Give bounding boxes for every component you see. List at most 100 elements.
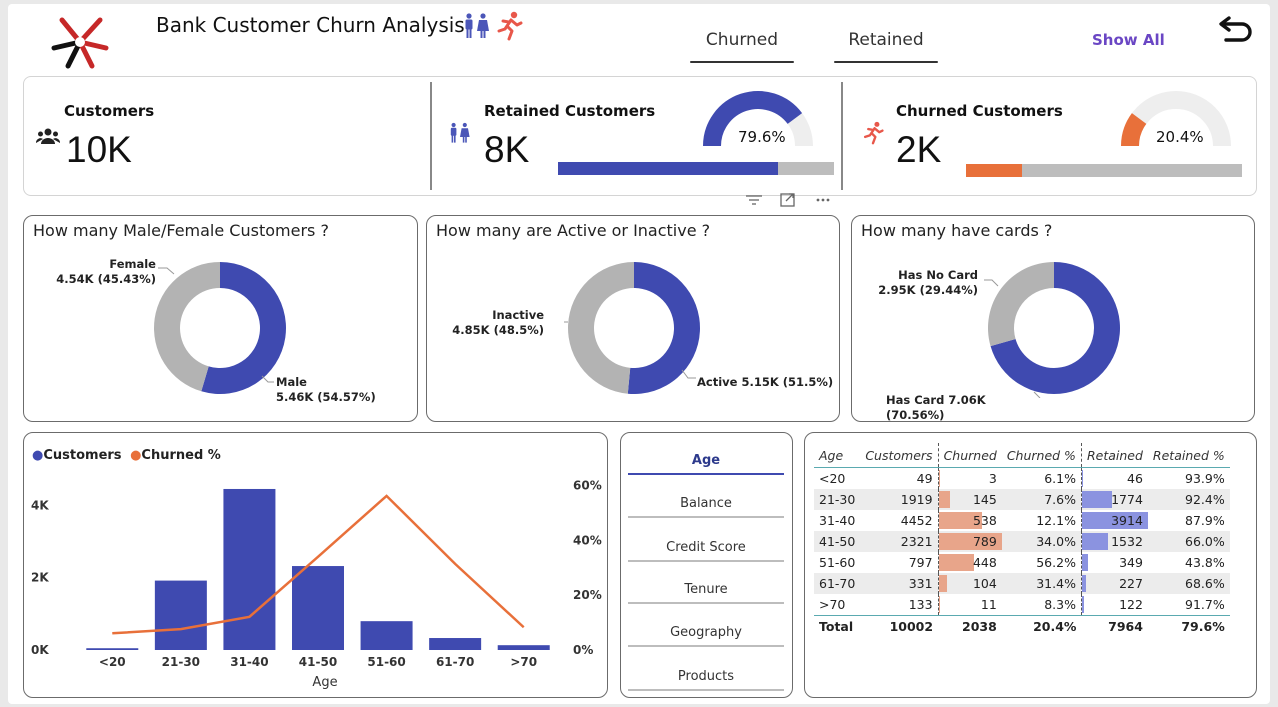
table-cell: 1774 bbox=[1111, 492, 1143, 507]
table-header-cell[interactable]: Retained bbox=[1080, 443, 1148, 468]
inactive-label: Inactive 4.85K (48.5%) bbox=[452, 308, 544, 337]
y-left-tick: 4K bbox=[31, 498, 49, 512]
back-arrow-icon[interactable] bbox=[1216, 16, 1254, 46]
slicer-underline bbox=[628, 689, 784, 691]
table-cell: 3914 bbox=[1111, 513, 1143, 528]
y-left-tick: 0K bbox=[31, 643, 49, 657]
page-title: Bank Customer Churn Analysis bbox=[156, 13, 465, 37]
visual-header-icons bbox=[746, 193, 830, 207]
customers-bar[interactable] bbox=[154, 580, 207, 650]
retained-kpi-value: 8K bbox=[484, 129, 530, 170]
slicer-underline bbox=[628, 473, 784, 475]
table-cell: 145 bbox=[972, 492, 997, 507]
x-tick-label: >70 bbox=[510, 655, 537, 669]
slicer-item-age[interactable]: Age bbox=[628, 453, 784, 468]
churned-data-bar bbox=[938, 596, 940, 613]
gender-donut-leaders bbox=[158, 267, 274, 383]
table-row[interactable]: >70 133 11 8.3% 122 91.7% bbox=[814, 594, 1230, 616]
table-cell: 31-40 bbox=[819, 513, 856, 528]
table-cell: 66.0% bbox=[1185, 534, 1225, 549]
more-options-icon[interactable] bbox=[816, 198, 830, 202]
age-table: Age Customers Churned Churned % Retained Reta… bbox=[814, 443, 1230, 637]
table-cell: 49 bbox=[916, 471, 933, 486]
table-cell: 122 bbox=[1119, 597, 1143, 612]
table-cell: 349 bbox=[1119, 555, 1143, 570]
male-label: Male 5.46K (54.57%) bbox=[276, 375, 376, 404]
churned-runner-icon bbox=[863, 121, 884, 145]
filter-icon[interactable] bbox=[746, 195, 762, 205]
dimension-slicer bbox=[620, 432, 793, 698]
table-cell: 34.0% bbox=[1036, 534, 1076, 549]
slicer-item-geography[interactable]: Geography bbox=[628, 625, 784, 640]
retained-data-bar bbox=[1081, 554, 1088, 571]
table-cell: 91.7% bbox=[1185, 597, 1225, 612]
table-cell: 4452 bbox=[900, 513, 933, 528]
tab-retained[interactable]: Retained bbox=[832, 30, 940, 50]
slicer-underline bbox=[628, 516, 784, 518]
table-cell: >70 bbox=[819, 597, 846, 612]
table-cell: 448 bbox=[972, 555, 997, 570]
customers-bar[interactable] bbox=[223, 488, 276, 650]
retained-data-bar bbox=[1081, 596, 1084, 613]
customers-kpi-label: Customers bbox=[64, 102, 155, 120]
table-header-cell[interactable]: Customers bbox=[860, 443, 939, 468]
retained-data-bar bbox=[1081, 491, 1112, 508]
table-cell: 227 bbox=[1119, 576, 1143, 591]
table-cell: 87.9% bbox=[1185, 513, 1225, 528]
table-total-cell: 7964 bbox=[1081, 615, 1148, 637]
table-cell: 6.1% bbox=[1044, 471, 1076, 486]
slicer-item-balance[interactable]: Balance bbox=[628, 496, 784, 511]
show-all-button[interactable]: Show All bbox=[1092, 31, 1165, 49]
table-header-cell[interactable]: Churned % bbox=[1001, 443, 1082, 468]
x-tick-label: 21-30 bbox=[162, 655, 200, 669]
has-no-card-label: Has No Card 2.95K (29.44%) bbox=[878, 268, 978, 297]
slicer-underline bbox=[628, 560, 784, 562]
table-row[interactable]: 31-40 4452 538 12.1% 3914 87.9% bbox=[814, 510, 1230, 531]
churned-kpi-value: 2K bbox=[896, 129, 942, 170]
gender-donut-title: How many Male/Female Customers ? bbox=[33, 221, 329, 240]
table-cell: 21-30 bbox=[819, 492, 856, 507]
customers-bar[interactable] bbox=[429, 638, 482, 650]
table-header-cell[interactable]: Retained % bbox=[1147, 443, 1230, 468]
table-header-cell[interactable]: Churned bbox=[937, 443, 1002, 468]
slicer-item-products[interactable]: Products bbox=[628, 669, 784, 684]
focus-mode-icon[interactable] bbox=[780, 193, 795, 207]
table-row[interactable]: 61-70 331 104 31.4% 227 68.6% bbox=[814, 573, 1230, 594]
slicer-item-tenure[interactable]: Tenure bbox=[628, 582, 784, 597]
customers-bar[interactable] bbox=[86, 648, 139, 650]
tab-churned[interactable]: Churned bbox=[688, 30, 796, 50]
cards-donut-title: How many have cards ? bbox=[861, 221, 1053, 240]
table-row[interactable]: 41-50 2321 789 34.0% 1532 66.0% bbox=[814, 531, 1230, 552]
customers-bar[interactable] bbox=[292, 566, 344, 650]
table-cell: 93.9% bbox=[1185, 471, 1225, 486]
x-tick-label: 51-60 bbox=[367, 655, 405, 669]
retained-people-icon bbox=[450, 122, 470, 143]
churned-kpi-label: Churned Customers bbox=[896, 102, 1063, 120]
churned-gauge-value: 20.4% bbox=[1156, 128, 1204, 146]
table-cell: 12.1% bbox=[1036, 513, 1076, 528]
has-card-label: Has Card 7.06K (70.56%) bbox=[886, 393, 986, 422]
kpi-divider bbox=[841, 82, 843, 190]
slicer-item-credit-score[interactable]: Credit Score bbox=[628, 540, 784, 555]
table-cell: 104 bbox=[972, 576, 997, 591]
table-header-cell[interactable]: Age bbox=[814, 443, 861, 468]
kpi-row bbox=[23, 76, 1257, 196]
table-cell: 7.6% bbox=[1044, 492, 1076, 507]
table-cell: 41-50 bbox=[819, 534, 856, 549]
table-cell: 133 bbox=[908, 597, 933, 612]
table-row[interactable]: <20 49 3 6.1% 46 93.9% bbox=[814, 467, 1230, 489]
table-cell: 11 bbox=[980, 597, 997, 612]
customers-kpi-value: 10K bbox=[66, 129, 132, 170]
table-cell: 789 bbox=[972, 534, 997, 549]
x-axis-title: Age bbox=[312, 675, 337, 690]
churned-data-bar bbox=[938, 491, 951, 508]
table-total-cell: 10002 bbox=[860, 615, 939, 637]
table-cell: 331 bbox=[908, 576, 933, 591]
table-cell: 1532 bbox=[1111, 534, 1143, 549]
retained-kpi-label: Retained Customers bbox=[484, 102, 656, 120]
table-row[interactable]: 51-60 797 448 56.2% 349 43.8% bbox=[814, 552, 1230, 573]
customers-bar[interactable] bbox=[497, 645, 550, 650]
table-cell: 61-70 bbox=[819, 576, 856, 591]
table-row[interactable]: 21-30 1919 145 7.6% 1774 92.4% bbox=[814, 489, 1230, 510]
customers-bar[interactable] bbox=[360, 621, 413, 650]
